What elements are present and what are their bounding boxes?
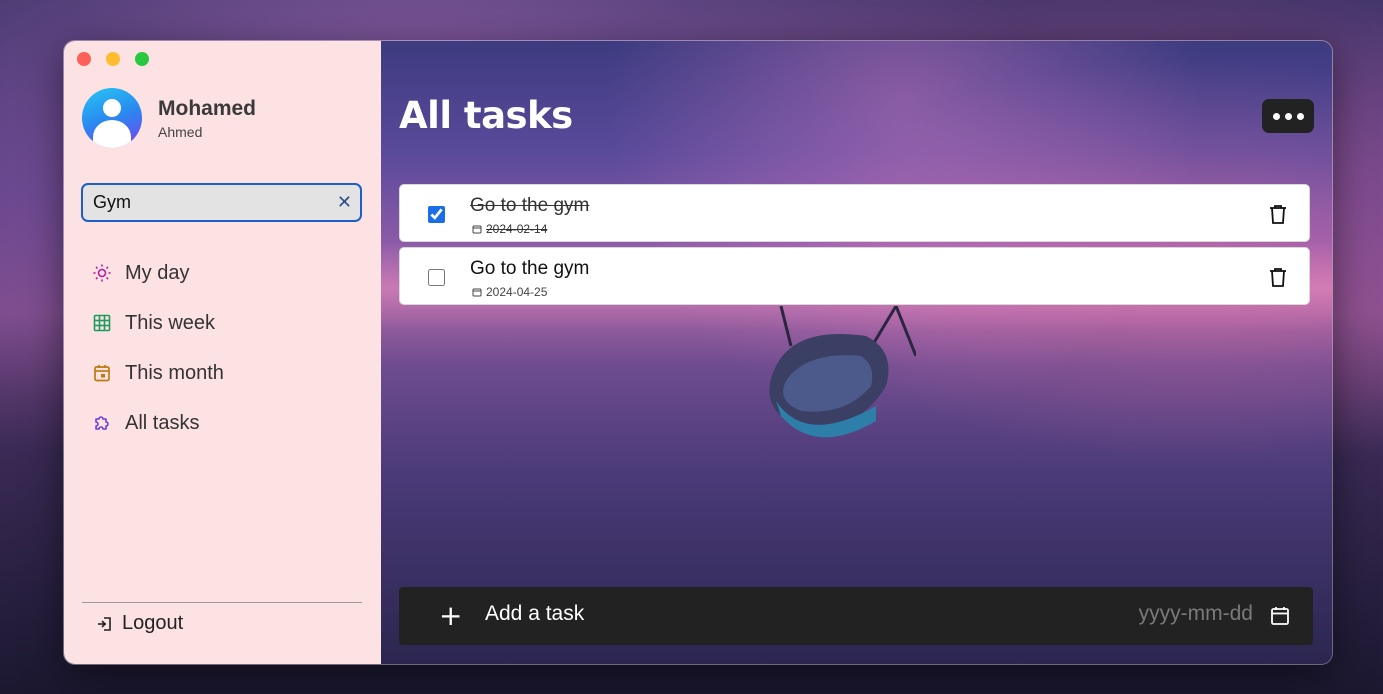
user-profile: Mohamed Ahmed xyxy=(82,88,256,148)
plus-icon[interactable]: + xyxy=(439,599,462,632)
background-boat-image xyxy=(769,306,916,438)
calendar-icon xyxy=(94,365,110,382)
trash-icon[interactable] xyxy=(1269,267,1287,287)
sidebar-item-label: My day xyxy=(125,261,190,284)
task-due-date: 2024-02-14 xyxy=(472,222,547,236)
window-controls xyxy=(77,52,149,66)
maximize-window-button[interactable] xyxy=(135,52,149,66)
task-title: Go to the gym xyxy=(470,195,590,216)
grid-icon xyxy=(93,314,111,332)
task-checkbox[interactable] xyxy=(428,206,445,223)
sidebar-item-label: All tasks xyxy=(125,411,200,434)
search-box: ✕ xyxy=(81,183,362,222)
puzzle-icon xyxy=(95,416,109,430)
task-title: Go to the gym xyxy=(470,258,590,279)
avatar xyxy=(82,88,142,148)
more-options-button[interactable] xyxy=(1262,99,1314,133)
sidebar-item-label: This week xyxy=(125,311,216,334)
user-last-name: Ahmed xyxy=(158,123,203,140)
task-due-date: 2024-04-25 xyxy=(472,285,547,299)
add-task-input[interactable] xyxy=(483,601,987,627)
minimize-window-button[interactable] xyxy=(106,52,120,66)
task-date-text: 2024-04-25 xyxy=(486,285,548,299)
sidebar-item-this-week[interactable]: This week xyxy=(92,298,224,348)
task-item: Go to the gym 2024-04-25 xyxy=(399,247,1310,305)
logout-icon xyxy=(98,616,111,631)
search-input[interactable] xyxy=(91,191,337,214)
main-panel: All tasks Go to the gym 2024-02-14 Go to… xyxy=(381,41,1332,664)
calendar-picker-icon[interactable] xyxy=(1271,606,1289,625)
clear-search-icon[interactable]: ✕ xyxy=(337,192,352,213)
sun-icon xyxy=(93,264,111,282)
sidebar-nav: My day This week This month All tasks xyxy=(92,248,224,448)
more-dots-icon xyxy=(1272,112,1280,120)
page-title: All tasks xyxy=(399,94,573,137)
task-date-text: 2024-02-14 xyxy=(486,222,548,236)
sidebar-item-this-month[interactable]: This month xyxy=(92,348,224,398)
close-window-button[interactable] xyxy=(77,52,91,66)
divider xyxy=(82,602,362,603)
calendar-icon xyxy=(472,288,482,297)
add-task-bar: + xyxy=(399,587,1313,645)
sidebar-item-label: This month xyxy=(125,361,224,384)
logout-button[interactable]: Logout xyxy=(96,612,183,635)
trash-icon[interactable] xyxy=(1269,204,1287,224)
task-checkbox[interactable] xyxy=(428,269,445,286)
sidebar-item-my-day[interactable]: My day xyxy=(92,248,224,298)
app-window: Mohamed Ahmed ✕ My day xyxy=(63,40,1333,665)
calendar-icon xyxy=(472,225,482,234)
task-item: Go to the gym 2024-02-14 xyxy=(399,184,1310,242)
due-date-input[interactable] xyxy=(1091,601,1255,627)
user-first-name: Mohamed xyxy=(158,96,257,120)
logout-label: Logout xyxy=(122,612,184,634)
sidebar-item-all-tasks[interactable]: All tasks xyxy=(92,398,224,448)
sidebar: Mohamed Ahmed ✕ My day xyxy=(64,41,381,664)
